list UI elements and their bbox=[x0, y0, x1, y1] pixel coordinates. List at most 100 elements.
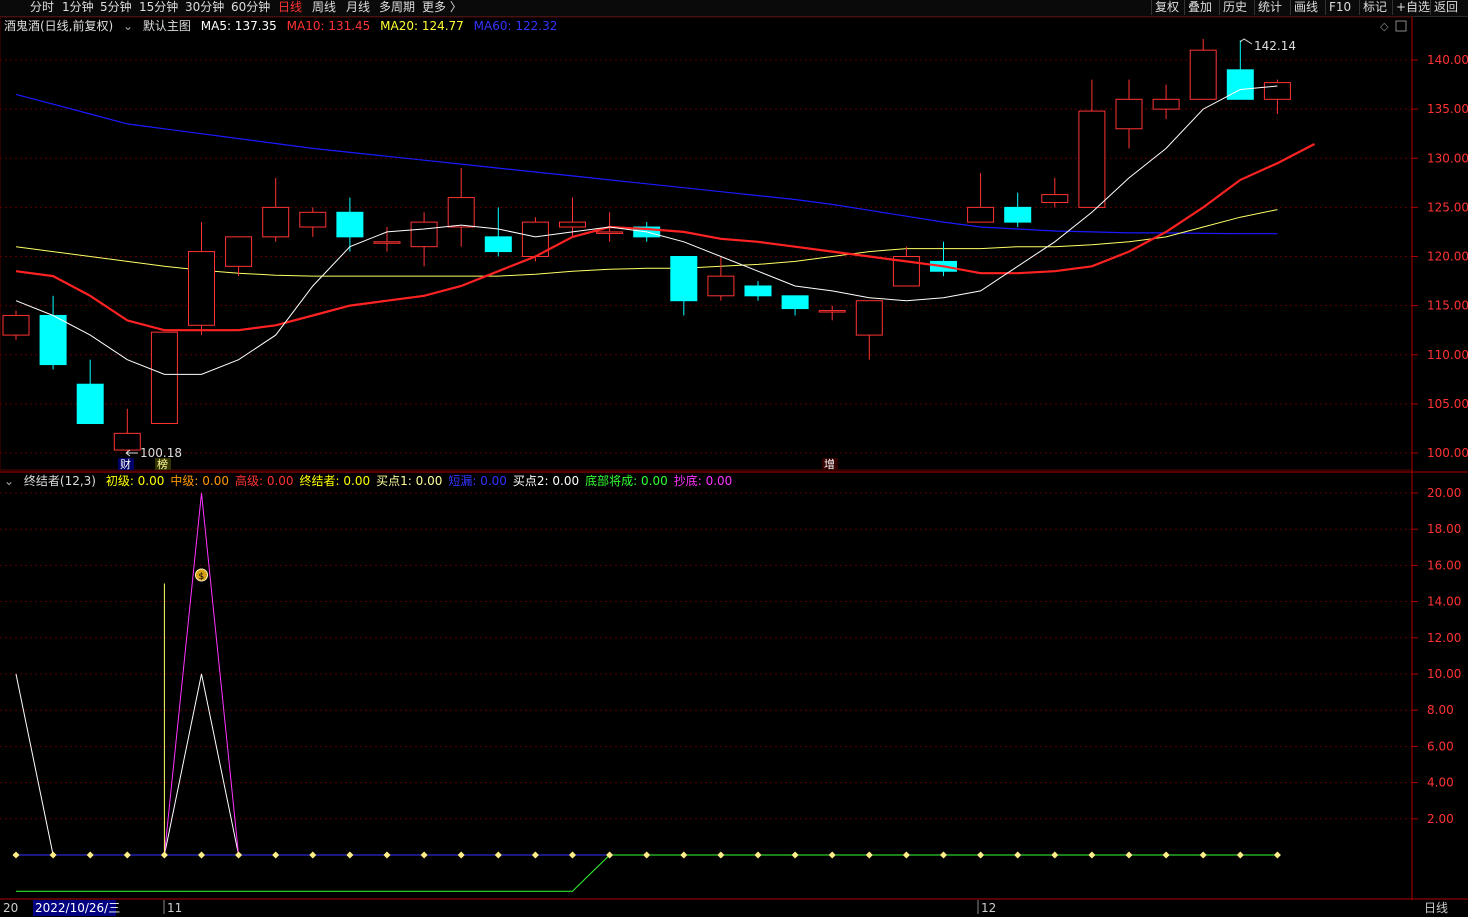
candle bbox=[930, 241, 957, 277]
baseline-dot bbox=[939, 851, 948, 859]
sub-legend: ⌄ 终结者(12,3) 初级: 0.00 中级: 0.00 高级: 0.00 终结者:… bbox=[4, 474, 744, 488]
indicator-value-2: 高级: 0.00 bbox=[234, 474, 294, 488]
kline-chart[interactable]: $ 100.00 105.00 110.00 115.00 120.00 125.00 13… bbox=[0, 0, 1468, 917]
baseline-dot bbox=[383, 851, 391, 859]
baseline-dot bbox=[1273, 851, 1281, 859]
rank-tag[interactable]: 榜 bbox=[157, 457, 168, 471]
ma20-value: MA20: 124.77 bbox=[380, 19, 464, 33]
y-tick-label: 12.00 bbox=[1427, 631, 1461, 645]
candle bbox=[855, 300, 883, 360]
baseline-dot bbox=[1051, 851, 1059, 859]
candle bbox=[484, 207, 512, 257]
candle bbox=[1004, 192, 1032, 228]
candle-body bbox=[1004, 206, 1032, 223]
finance-tag[interactable]: 财 bbox=[120, 457, 131, 471]
candle-body bbox=[225, 236, 253, 267]
candle bbox=[150, 331, 178, 425]
baseline-dot bbox=[12, 851, 20, 859]
baseline-dot bbox=[197, 851, 206, 859]
chevron-down-icon[interactable]: ⌄ bbox=[123, 19, 133, 33]
y-tick-label: 125.00 bbox=[1427, 200, 1468, 214]
period-label: 日线 bbox=[1424, 901, 1448, 915]
sub-y-axis: 2.00 4.00 6.00 8.00 10.00 12.00 14.00 16.00 18.0… bbox=[1412, 486, 1461, 826]
baseline-dot bbox=[865, 851, 873, 859]
baseline-dot bbox=[160, 851, 168, 859]
candle-body bbox=[113, 432, 141, 451]
baseline-dot bbox=[791, 851, 799, 859]
candle-body bbox=[967, 206, 995, 223]
candle bbox=[299, 207, 327, 237]
indicator-value-0: 初级: 0.00 bbox=[105, 474, 165, 488]
y-tick-label: 8.00 bbox=[1427, 703, 1454, 717]
y-tick-label: 14.00 bbox=[1427, 595, 1461, 609]
y-tick-label: 130.00 bbox=[1427, 151, 1468, 165]
candle bbox=[744, 281, 772, 301]
y-tick-label: 6.00 bbox=[1427, 739, 1454, 753]
baseline-dot bbox=[643, 851, 651, 859]
candle bbox=[781, 295, 809, 316]
candle bbox=[1115, 79, 1143, 149]
candle-body bbox=[596, 231, 624, 234]
candle-body bbox=[39, 314, 67, 366]
baseline-dot bbox=[828, 851, 836, 859]
candles bbox=[2, 38, 1291, 452]
candle-body bbox=[484, 236, 512, 253]
candle bbox=[1226, 40, 1254, 100]
candle bbox=[447, 168, 475, 247]
candle-body bbox=[855, 300, 883, 336]
candle-body bbox=[559, 221, 586, 228]
candle-body bbox=[188, 251, 215, 326]
window-toggle-icon[interactable] bbox=[1395, 20, 1407, 32]
indicator-name[interactable]: 终结者(12,3) bbox=[24, 474, 96, 488]
y-tick-label: 115.00 bbox=[1427, 299, 1468, 313]
candle bbox=[1041, 177, 1069, 208]
indicator-value-6: 买点2: 0.00 bbox=[512, 474, 580, 488]
candle bbox=[76, 359, 104, 425]
baseline-dot bbox=[1088, 851, 1096, 859]
candle bbox=[707, 256, 735, 301]
main-y-axis: 100.00 105.00 110.00 115.00 120.00 125.00 130.… bbox=[1412, 53, 1468, 460]
candle-body bbox=[2, 314, 30, 336]
candle-body bbox=[818, 310, 846, 313]
baseline-dot bbox=[717, 851, 725, 859]
y-tick-label: 100.00 bbox=[1427, 446, 1468, 460]
baseline-dot bbox=[568, 851, 577, 859]
baseline-dot bbox=[272, 851, 280, 859]
y-tick-label: 4.00 bbox=[1427, 776, 1454, 790]
money-bag-glyph: $ bbox=[199, 572, 205, 582]
candle bbox=[2, 310, 30, 341]
y-tick-label: 120.00 bbox=[1427, 250, 1468, 264]
date-axis-left: 20 bbox=[3, 901, 18, 915]
candle bbox=[1078, 79, 1106, 208]
candle bbox=[670, 256, 698, 316]
baseline-dot bbox=[1199, 851, 1207, 859]
template-name[interactable]: 默认主图 bbox=[143, 19, 191, 33]
indicator-values: 初级: 0.00 中级: 0.00 高级: 0.00 终结者: 0.00 买点1: 0.… bbox=[106, 474, 738, 488]
cursor-date-label: 2022/10/26/三 bbox=[35, 901, 120, 915]
candle bbox=[262, 177, 290, 242]
diamond-icon[interactable]: ◇ bbox=[1380, 20, 1389, 33]
candle bbox=[39, 295, 67, 370]
baseline-dot bbox=[1014, 851, 1022, 859]
candle-body bbox=[781, 295, 809, 310]
chevron-down-icon[interactable]: ⌄ bbox=[4, 474, 14, 488]
baseline-dot bbox=[531, 851, 539, 859]
month-label-12: 12 bbox=[981, 901, 996, 915]
candle bbox=[1152, 84, 1180, 119]
baseline-dot bbox=[49, 851, 57, 859]
y-tick-label: 16.00 bbox=[1427, 558, 1461, 572]
indicator-value-5: 短漏: 0.00 bbox=[448, 474, 507, 488]
baseline-dot bbox=[494, 851, 502, 859]
candle-body bbox=[1263, 82, 1291, 100]
candle bbox=[113, 408, 141, 452]
indicator-series: $ bbox=[12, 492, 1281, 892]
increase-tag[interactable]: 增 bbox=[824, 457, 835, 471]
y-tick-label: 135.00 bbox=[1427, 102, 1468, 116]
candle-body bbox=[744, 285, 772, 297]
candle-body bbox=[1078, 110, 1106, 208]
candle-body bbox=[1226, 69, 1254, 100]
baseline-dot bbox=[457, 851, 465, 859]
candle bbox=[410, 212, 438, 267]
candle-body bbox=[447, 197, 475, 228]
candle-body bbox=[1189, 49, 1217, 100]
